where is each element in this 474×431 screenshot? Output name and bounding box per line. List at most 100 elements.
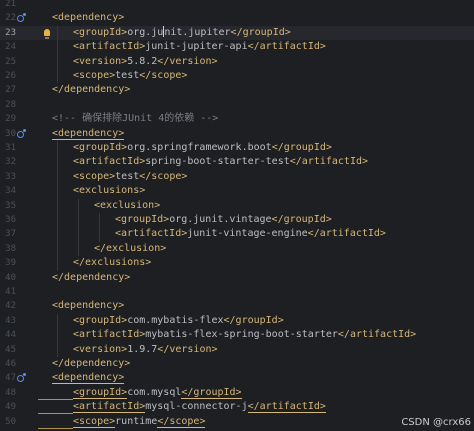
xml-tag: </dependency>	[52, 271, 131, 283]
xml-text: 1.9.7	[127, 343, 158, 355]
code-text[interactable]: <groupId>org.junit.jupiter</groupId>	[73, 26, 291, 40]
xml-tag: <dependency>	[52, 372, 125, 385]
code-text[interactable]: <artifactId>mysql-connector-j</artifactI…	[73, 400, 326, 414]
xml-comment: <!-- 确保排除JUnit 4的依赖 -->	[52, 113, 219, 125]
xml-text: org.junit.jupiter	[127, 26, 231, 38]
code-line[interactable]: 35 <exclusion>	[0, 199, 474, 213]
code-line[interactable]: 31 <groupId>org.springframework.boot</gro…	[0, 141, 474, 155]
xml-text: junit-jupiter-api	[145, 41, 248, 53]
code-text[interactable]: </dependency>	[52, 357, 130, 371]
code-line[interactable]: 26 <scope>test</scope>	[0, 69, 474, 83]
code-line[interactable]: 28	[0, 98, 474, 112]
xml-text: 5.8.2	[127, 55, 158, 67]
code-line[interactable]: 37 <artifactId>junit-vintage-engine</arti…	[0, 227, 474, 241]
line-number: 27	[5, 85, 16, 96]
code-text[interactable]: <!-- 确保排除JUnit 4的依赖 -->	[52, 112, 218, 126]
xml-tag: </exclusion>	[94, 242, 167, 254]
code-editor[interactable]: 21 22 <dependency> 23 <groupId>org.junit.jup…	[0, 0, 474, 431]
xml-tag: </groupId>	[230, 26, 291, 38]
code-line[interactable]: 21	[0, 0, 474, 11]
code-text[interactable]: <groupId>org.springframework.boot</group…	[73, 141, 332, 155]
code-line[interactable]: 36 <groupId>org.junit.vintage</groupId>	[0, 213, 474, 227]
xml-text: test	[115, 170, 140, 182]
xml-tag: <dependency>	[52, 127, 125, 140]
code-text[interactable]: <exclusion>	[94, 199, 160, 213]
lightbulb-icon[interactable]	[44, 28, 50, 39]
xml-tag: <groupId>	[73, 26, 128, 38]
code-line[interactable]: 46 </dependency>	[0, 357, 474, 371]
code-line[interactable]: 32 <artifactId>spring-boot-starter-test</…	[0, 155, 474, 169]
indent-guide	[57, 25, 58, 84]
code-text[interactable]: <version>1.9.7</version>	[73, 343, 218, 357]
line-number: 23	[5, 27, 16, 38]
xml-tag: <artifactId>	[115, 228, 188, 240]
code-text[interactable]: <exclusions>	[73, 184, 145, 198]
code-line[interactable]: 40 </dependency>	[0, 271, 474, 285]
line-number: 49	[5, 402, 16, 413]
code-text[interactable]: <groupId>com.mysql</groupId>	[73, 386, 242, 400]
code-text[interactable]: <scope>test</scope>	[73, 170, 187, 184]
xml-tag: </artifactId>	[289, 156, 369, 168]
xml-tag: </artifactId>	[247, 41, 326, 53]
code-text[interactable]: <version>5.8.2</version>	[73, 55, 218, 69]
line-number: 45	[5, 344, 16, 355]
code-text[interactable]: <scope>runtime</scope>	[73, 415, 206, 429]
code-text[interactable]: </dependency>	[52, 271, 130, 285]
dependency-gutter-icon[interactable]	[17, 373, 26, 383]
code-line[interactable]: 42 <dependency>	[0, 299, 474, 313]
code-text[interactable]: </exclusions>	[73, 256, 151, 270]
xml-tag: <scope>	[73, 70, 116, 81]
dependency-gutter-icon[interactable]	[17, 13, 26, 23]
code-text[interactable]: <dependency>	[52, 371, 125, 385]
code-line[interactable]: 34 <exclusions>	[0, 184, 474, 198]
code-text[interactable]: </exclusion>	[94, 242, 166, 256]
line-number: 30	[5, 128, 16, 139]
code-line[interactable]: 44 <artifactId>mybatis-flex-spring-boot-s…	[0, 328, 474, 342]
code-line[interactable]: 24 <artifactId>junit-jupiter-api</artifac…	[0, 40, 474, 54]
line-number: 24	[5, 42, 16, 53]
code-line[interactable]: 23 <groupId>org.junit.jupiter</groupId>	[0, 25, 474, 41]
xml-tag: <scope>	[73, 170, 116, 182]
code-text[interactable]: <artifactId>mybatis-flex-spring-boot-sta…	[73, 328, 416, 342]
code-line[interactable]: 38 </exclusion>	[0, 242, 474, 256]
code-text[interactable]: <scope>test</scope>	[73, 69, 187, 83]
code-text[interactable]: <dependency>	[52, 11, 124, 25]
code-text[interactable]: <dependency>	[52, 299, 124, 313]
xml-tag: <groupId>	[73, 314, 128, 326]
code-text[interactable]: <artifactId>spring-boot-starter-test</ar…	[73, 155, 368, 169]
code-text[interactable]: </dependency>	[52, 83, 130, 97]
code-text[interactable]: <artifactId>junit-vintage-engine</artifa…	[115, 227, 386, 241]
code-line[interactable]: 33 <scope>test</scope>	[0, 170, 474, 184]
xml-text: org.junit.vintage	[169, 214, 272, 225]
line-number: 47	[5, 373, 16, 384]
code-line[interactable]: 29 <!-- 确保排除JUnit 4的依赖 -->	[0, 112, 474, 126]
code-line[interactable]: 22 <dependency>	[0, 11, 474, 25]
xml-tag: </dependency>	[52, 84, 131, 96]
code-line[interactable]: 39 </exclusions>	[0, 256, 474, 270]
code-text[interactable]: <dependency>	[52, 127, 125, 141]
code-line[interactable]: 48 <groupId>com.mysql</groupId>	[0, 386, 474, 400]
code-line[interactable]: 25 <version>5.8.2</version>	[0, 55, 474, 69]
code-line[interactable]: 43 <groupId>com.mybatis-flex</groupId>	[0, 314, 474, 328]
code-line[interactable]: 41	[0, 285, 474, 299]
line-number: 40	[5, 272, 16, 283]
code-line[interactable]: 45 <version>1.9.7</version>	[0, 343, 474, 357]
line-number: 42	[5, 301, 16, 312]
code-text[interactable]: <artifactId>junit-jupiter-api</artifactI…	[73, 40, 326, 54]
xml-tag: <scope>	[73, 415, 116, 428]
code-text[interactable]: <groupId>org.junit.vintage</groupId>	[115, 213, 332, 227]
line-number: 38	[5, 243, 16, 254]
code-line[interactable]: 30 <dependency>	[0, 127, 474, 141]
xml-tag: </groupId>	[181, 386, 242, 399]
xml-text: org.ju	[127, 26, 164, 38]
line-number: 48	[5, 387, 16, 398]
watermark: CSDN @crx66	[401, 417, 471, 428]
line-number: 39	[5, 258, 16, 269]
code-line[interactable]: 49 <artifactId>mysql-connector-j</artifac…	[0, 400, 474, 415]
code-line[interactable]: 27 </dependency>	[0, 83, 474, 97]
code-line[interactable]: 47 <dependency>	[0, 371, 474, 385]
xml-tag: <artifactId>	[73, 41, 146, 53]
line-number: 36	[5, 215, 16, 225]
code-text[interactable]: <groupId>com.mybatis-flex</groupId>	[73, 314, 284, 328]
dependency-gutter-icon[interactable]	[17, 128, 26, 138]
